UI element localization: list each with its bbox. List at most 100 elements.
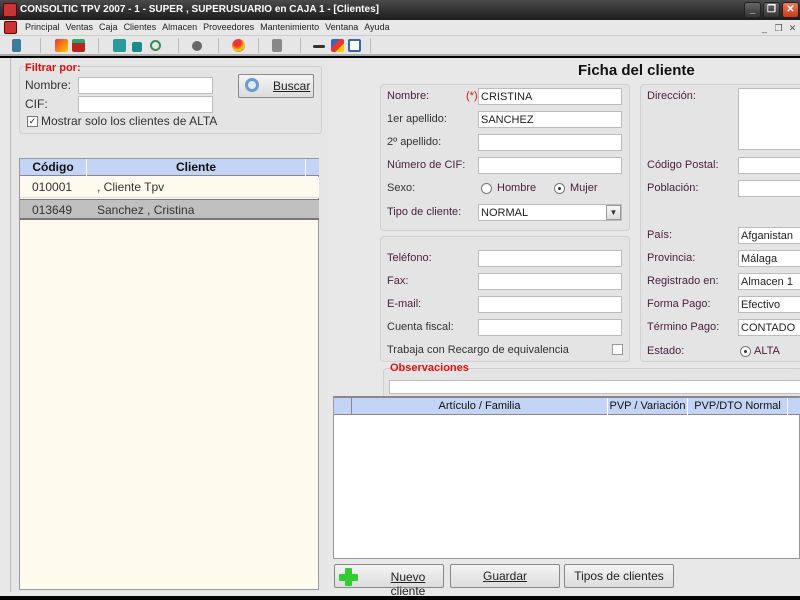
toolbar (0, 36, 800, 56)
pais-input[interactable] (738, 227, 800, 244)
menu-mantenimiento[interactable]: Mantenimiento (257, 22, 322, 32)
cashbox-icon[interactable] (113, 39, 126, 52)
box-icon[interactable] (132, 42, 142, 52)
registrado-input[interactable] (738, 273, 800, 290)
fax-input[interactable] (478, 273, 622, 290)
chevron-down-icon[interactable]: ▼ (606, 205, 621, 220)
minimize-button[interactable]: _ (744, 2, 761, 18)
sexo-hombre-radio[interactable] (481, 183, 492, 194)
toolbar-separator (98, 38, 99, 53)
shapes-icon[interactable] (331, 39, 344, 52)
tipo-cliente-label: Tipo de cliente: (387, 206, 462, 218)
mdi-close-button[interactable]: ✕ (786, 22, 799, 34)
plus-icon (339, 568, 358, 586)
codigo-postal-label: Código Postal: (647, 159, 719, 171)
menu-proveedores[interactable]: Proveedores (200, 22, 257, 32)
save-button[interactable]: Guardar (450, 564, 560, 588)
column-header-cliente[interactable]: Cliente (87, 159, 306, 176)
estado-value: ALTA (754, 345, 780, 357)
provincia-label: Provincia: (647, 252, 696, 264)
toolbar-separator (218, 38, 219, 53)
cif-filter-label: CIF: (25, 97, 48, 111)
close-button[interactable]: ✕ (782, 2, 799, 18)
nombre-input[interactable] (478, 88, 622, 105)
client-grid (19, 158, 319, 590)
toolbar-separator (178, 38, 179, 53)
new-client-button[interactable]: Nuevo cliente (334, 564, 444, 598)
codigo-postal-input[interactable] (738, 157, 800, 174)
termino-pago-input[interactable] (738, 319, 800, 336)
articles-grid-header: Artículo / Familia PVP / Variación PVP/D… (334, 398, 800, 415)
menu-ayuda[interactable]: Ayuda (361, 22, 392, 32)
pais-label: País: (647, 229, 673, 241)
column-header-articulo[interactable]: Artículo / Familia (352, 398, 608, 415)
column-header-pvp-dto[interactable]: PVP/DTO Normal (688, 398, 788, 415)
forma-pago-input[interactable] (738, 296, 800, 313)
client-row-selected[interactable]: 013649 Sanchez , Cristina (20, 199, 319, 220)
menu-bar: Principal Ventas Caja Clientes Almacen P… (0, 20, 800, 36)
toolbar-separator (370, 38, 371, 53)
cif-label: Número de CIF: (387, 159, 466, 171)
flash-icon[interactable] (55, 39, 68, 52)
provincia-input[interactable] (738, 250, 800, 267)
key-icon[interactable] (313, 45, 325, 48)
nombre-label: Nombre: (387, 90, 430, 102)
edit-icon[interactable] (348, 39, 361, 52)
toolbar-separator (300, 38, 301, 53)
recargo-label: Trabaja con Recargo de equivalencia (387, 344, 569, 356)
detail-title: Ficha del cliente (578, 62, 695, 79)
refresh-icon[interactable] (150, 40, 161, 51)
client-codigo: 013649 (32, 203, 73, 217)
apellido2-label: 2º apellido: (387, 136, 442, 148)
direccion-textarea[interactable] (738, 88, 800, 150)
spy-icon[interactable] (192, 41, 202, 51)
column-header-pvp-variacion[interactable]: PVP / Variación (608, 398, 688, 415)
client-codigo: 010001 (32, 180, 73, 194)
menu-caja[interactable]: Caja (96, 22, 121, 32)
cuenta-fiscal-label: Cuenta fiscal: (387, 321, 454, 333)
row-selector-header (334, 398, 352, 415)
cuenta-fiscal-input[interactable] (478, 319, 622, 336)
articles-grid (333, 396, 800, 559)
telefono-input[interactable] (478, 250, 622, 267)
magnifier-icon (245, 78, 259, 92)
mdi-restore-button[interactable]: ❐ (772, 22, 785, 34)
mdi-app-icon[interactable] (4, 21, 17, 34)
client-types-button[interactable]: Tipos de clientes (564, 564, 674, 588)
apellido1-input[interactable] (478, 111, 622, 128)
menu-principal[interactable]: Principal (22, 22, 63, 32)
toolbar-separator (258, 38, 259, 53)
window-bottom-border (0, 596, 800, 600)
alta-only-checkbox[interactable]: ✓ (27, 116, 38, 127)
cif-input[interactable] (478, 157, 622, 174)
menu-ventana[interactable]: Ventana (322, 22, 361, 32)
menu-ventas[interactable]: Ventas (63, 22, 97, 32)
cif-filter-input[interactable] (78, 96, 213, 113)
client-row[interactable]: 010001 , Cliente Tpv (20, 177, 319, 198)
menu-almacen[interactable]: Almacen (159, 22, 200, 32)
mdi-minimize-button[interactable]: _ (758, 22, 771, 34)
observaciones-input[interactable] (389, 380, 800, 394)
menu-clientes[interactable]: Clientes (121, 22, 160, 32)
fax-label: Fax: (387, 275, 409, 287)
filter-legend: Filtrar por: (25, 62, 81, 74)
email-input[interactable] (478, 296, 622, 313)
cash-register-icon[interactable] (72, 39, 85, 52)
sexo-label: Sexo: (387, 182, 416, 194)
recargo-checkbox[interactable] (612, 344, 623, 355)
exit-door-icon[interactable] (12, 39, 21, 52)
apellido2-input[interactable] (478, 134, 622, 151)
column-header-codigo[interactable]: Código (20, 159, 87, 176)
estado-label: Estado: (647, 345, 685, 357)
tipo-cliente-select[interactable]: NORMAL ▼ (478, 204, 622, 221)
nombre-filter-input[interactable] (78, 77, 213, 94)
estado-alta-radio[interactable] (740, 346, 751, 357)
client-name: Sanchez , Cristina (97, 203, 195, 217)
poblacion-input[interactable] (738, 180, 800, 197)
building-icon[interactable] (272, 39, 282, 52)
alta-only-label: Mostrar solo los clientes de ALTA (41, 114, 218, 128)
colors-icon[interactable] (232, 39, 245, 52)
sexo-mujer-radio[interactable] (554, 183, 565, 194)
search-button[interactable]: Buscar (238, 74, 314, 98)
restore-button[interactable]: ❐ (763, 2, 780, 18)
